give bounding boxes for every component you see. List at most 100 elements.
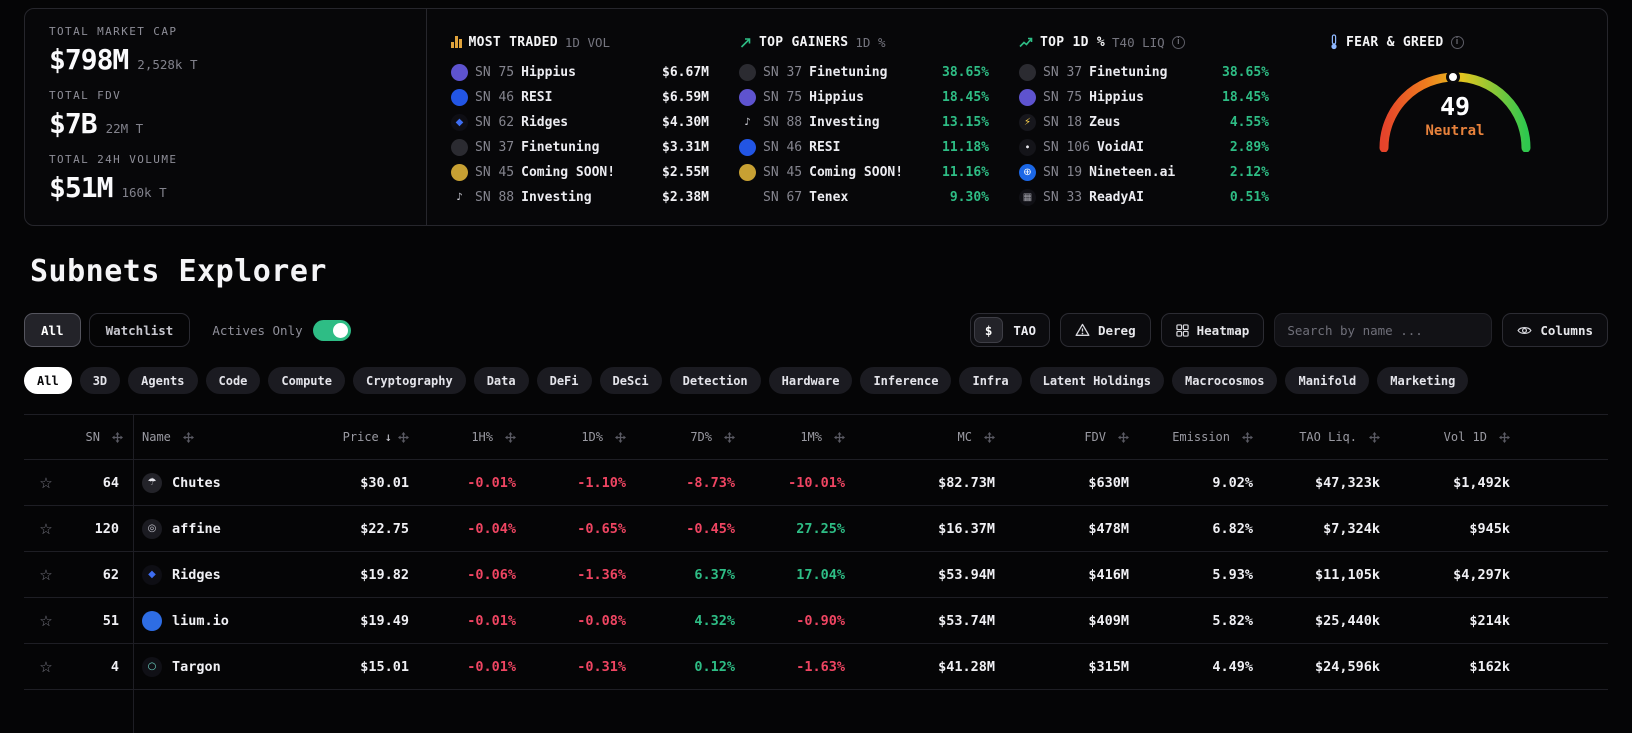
actives-only-toggle[interactable] <box>313 320 351 341</box>
move-column-icon[interactable] <box>834 432 845 443</box>
currency-option[interactable]: $ <box>974 317 1004 343</box>
category-chip[interactable]: Inference <box>860 367 951 394</box>
column-header[interactable]: Price ↓ <box>299 415 419 459</box>
star-cell[interactable] <box>24 506 68 551</box>
leaderboard-item[interactable]: ⊕ SN 19 Nineteen.ai 2.12% <box>1019 160 1269 185</box>
leaderboard-item[interactable]: SN 37 Finetuning 38.65% <box>739 60 989 85</box>
column-header[interactable]: 7D% <box>636 415 745 459</box>
heatmap-button[interactable]: Heatmap <box>1161 313 1265 347</box>
subnet-name: Investing <box>521 190 591 205</box>
category-chip[interactable]: Macrocosmos <box>1172 367 1277 394</box>
leaderboard-item[interactable]: ♪ SN 88 Investing 13.15% <box>739 110 989 135</box>
leaderboard-item[interactable]: SN 37 Finetuning $3.31M <box>451 135 709 160</box>
subnet-name: VoidAI <box>1097 140 1144 155</box>
move-column-icon[interactable] <box>1499 432 1510 443</box>
category-chip[interactable]: Agents <box>128 367 197 394</box>
leaderboard-item[interactable]: ♪ SN 88 Investing $2.38M <box>451 185 709 210</box>
subnet-name: Hippius <box>521 65 576 80</box>
leaderboard-item[interactable]: ▦ SN 33 ReadyAI 0.51% <box>1019 185 1269 210</box>
leaderboard-item[interactable]: SN 46 RESI $6.59M <box>451 85 709 110</box>
leaderboard-item[interactable]: SN 75 Hippius $6.67M <box>451 60 709 85</box>
table-row[interactable]: 64 ☂ Chutes $30.01 -0.01% -1.10% -8.73% … <box>24 460 1608 506</box>
category-chip[interactable]: Manifold <box>1285 367 1369 394</box>
move-column-icon[interactable] <box>1242 432 1253 443</box>
name-cell: ☂ Chutes <box>134 460 299 505</box>
view-tab[interactable]: All <box>24 313 81 347</box>
category-chip[interactable]: Cryptography <box>353 367 466 394</box>
star-icon[interactable] <box>39 658 52 676</box>
move-column-icon[interactable] <box>615 432 626 443</box>
leaderboard-item[interactable]: SN 37 Finetuning 38.65% <box>1019 60 1269 85</box>
star-cell[interactable] <box>24 552 68 597</box>
fdv-cell: $315M <box>1005 644 1139 689</box>
category-chip[interactable]: Compute <box>268 367 345 394</box>
category-chip[interactable]: Hardware <box>769 367 853 394</box>
table-row[interactable]: 51 lium.io $19.49 -0.01% -0.08% 4.32% -0… <box>24 598 1608 644</box>
column-header[interactable]: Emission <box>1139 415 1263 459</box>
leaderboard-item[interactable]: SN 67 Tenex 9.30% <box>739 185 989 210</box>
move-column-icon[interactable] <box>724 432 735 443</box>
move-column-icon[interactable] <box>112 432 123 443</box>
leaderboard-item[interactable]: ⚡ SN 18 Zeus 4.55% <box>1019 110 1269 135</box>
subnet-value: 2.12% <box>1230 165 1269 180</box>
star-icon[interactable] <box>39 612 52 630</box>
columns-button[interactable]: Columns <box>1502 313 1608 347</box>
subnet-name: Coming SOON! <box>521 165 615 180</box>
leaderboard-item[interactable]: SN 75 Hippius 18.45% <box>739 85 989 110</box>
board-title: TOP 1D % <box>1040 35 1105 50</box>
column-header[interactable]: FDV <box>1005 415 1139 459</box>
column-label: FDV <box>1084 430 1106 444</box>
info-icon[interactable] <box>1451 36 1464 49</box>
category-chip[interactable]: Marketing <box>1377 367 1468 394</box>
subnet-name: Hippius <box>1089 90 1144 105</box>
category-chip[interactable]: Detection <box>670 367 761 394</box>
star-icon[interactable] <box>39 520 52 538</box>
category-chip[interactable]: DeSci <box>600 367 662 394</box>
subnet-icon-glyph: ⚡ <box>1024 118 1031 128</box>
info-icon[interactable] <box>1172 36 1185 49</box>
table-header: SN Name Price ↓ 1H% 1 <box>24 414 1608 460</box>
column-header[interactable]: 1H% <box>419 415 526 459</box>
category-chip[interactable]: 3D <box>80 367 120 394</box>
table-row[interactable]: 120 ◎ affine $22.75 -0.04% -0.65% -0.45%… <box>24 506 1608 552</box>
column-header[interactable]: MC <box>855 415 1005 459</box>
dereg-button[interactable]: Dereg <box>1060 313 1151 347</box>
column-header[interactable]: Name <box>134 415 299 459</box>
star-icon[interactable] <box>39 566 52 584</box>
star-cell[interactable] <box>24 598 68 643</box>
leaderboard-item[interactable]: ◆ SN 62 Ridges $4.30M <box>451 110 709 135</box>
leaderboard-item[interactable]: SN 46 RESI 11.18% <box>739 135 989 160</box>
star-cell[interactable] <box>24 460 68 505</box>
subnet-sn: SN 75 <box>1043 90 1082 105</box>
column-header[interactable]: Vol 1D <box>1390 415 1520 459</box>
move-column-icon[interactable] <box>984 432 995 443</box>
category-chip[interactable]: All <box>24 367 72 394</box>
move-column-icon[interactable] <box>1118 432 1129 443</box>
column-header[interactable]: SN <box>68 415 134 459</box>
category-chip[interactable]: DeFi <box>537 367 592 394</box>
view-tab[interactable]: Watchlist <box>89 313 191 347</box>
subnet-icon-glyph: ◆ <box>148 570 156 580</box>
move-column-icon[interactable] <box>1369 432 1380 443</box>
category-chip[interactable]: Latent Holdings <box>1030 367 1164 394</box>
star-cell[interactable] <box>24 644 68 689</box>
table-row[interactable]: 62 ◆ Ridges $19.82 -0.06% -1.36% 6.37% 1… <box>24 552 1608 598</box>
star-icon[interactable] <box>39 474 52 492</box>
category-chip[interactable]: Data <box>474 367 529 394</box>
currency-option[interactable]: TAO <box>1003 317 1046 343</box>
move-column-icon[interactable] <box>398 432 409 443</box>
fear-greed-label: Neutral <box>1370 123 1540 139</box>
column-header[interactable]: 1M% <box>745 415 855 459</box>
leaderboard-item[interactable]: SN 45 Coming SOON! $2.55M <box>451 160 709 185</box>
table-row[interactable]: 4 ○ Targon $15.01 -0.01% -0.31% 0.12% -1… <box>24 644 1608 690</box>
category-chip[interactable]: Code <box>206 367 261 394</box>
move-column-icon[interactable] <box>505 432 516 443</box>
column-header[interactable]: TAO Liq. <box>1263 415 1390 459</box>
column-header[interactable]: 1D% <box>526 415 636 459</box>
search-input[interactable] <box>1274 313 1492 347</box>
leaderboard-item[interactable]: SN 75 Hippius 18.45% <box>1019 85 1269 110</box>
leaderboard-item[interactable]: SN 45 Coming SOON! 11.16% <box>739 160 989 185</box>
category-chip[interactable]: Infra <box>959 367 1021 394</box>
move-column-icon[interactable] <box>183 432 194 443</box>
leaderboard-item[interactable]: ∙ SN 106 VoidAI 2.89% <box>1019 135 1269 160</box>
